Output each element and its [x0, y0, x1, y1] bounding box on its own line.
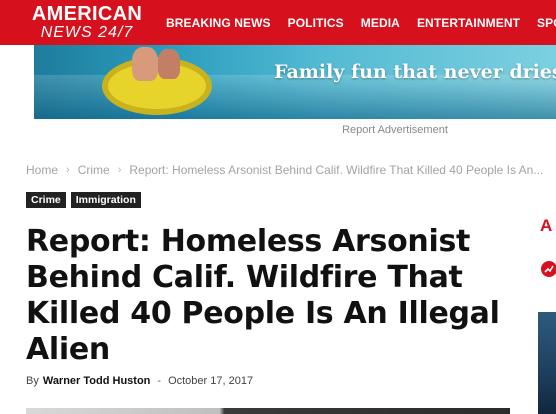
nav-media[interactable]: MEDIA [361, 16, 400, 30]
site-header: AMERICAN NEWS 24/7 BREAKING NEWS POLITIC… [0, 0, 556, 45]
site-logo[interactable]: AMERICAN NEWS 24/7 [28, 4, 146, 42]
article-featured-image [26, 408, 510, 414]
article-title: Report: Homeless Arsonist Behind Calif. … [26, 224, 500, 367]
main-nav: BREAKING NEWS POLITICS MEDIA ENTERTAINME… [166, 0, 556, 45]
ad-person-graphic [158, 49, 180, 79]
byline-separator: - [157, 375, 162, 387]
article-byline: By Warner Todd Huston - October 17, 2017 [26, 375, 253, 387]
nav-politics[interactable]: POLITICS [288, 16, 344, 30]
ad-label: Report Advertisement [342, 124, 448, 136]
breadcrumb-category[interactable]: Crime [78, 163, 110, 177]
breadcrumb: Home › Crime › Report: Homeless Arsonist… [26, 163, 543, 177]
tag-crime[interactable]: Crime [26, 192, 66, 208]
nav-entertainment[interactable]: ENTERTAINMENT [417, 16, 520, 30]
advertisement-banner[interactable]: Family fun that never dries [34, 45, 556, 119]
sidebar-heading: A [540, 216, 553, 235]
breadcrumb-current: Report: Homeless Arsonist Behind Calif. … [129, 163, 544, 177]
article-date: October 17, 2017 [168, 375, 254, 387]
nav-sports[interactable]: SPORTS [537, 16, 556, 30]
ad-person-graphic [132, 47, 158, 81]
chevron-right-icon: › [117, 164, 122, 176]
sidebar-image[interactable] [538, 312, 556, 414]
tag-immigration[interactable]: Immigration [70, 192, 141, 208]
nav-breaking-news[interactable]: BREAKING NEWS [166, 16, 271, 30]
logo-line-2: NEWS 24/7 [40, 24, 134, 41]
ad-headline: Family fun that never dries [274, 61, 556, 83]
author-link[interactable]: Warner Todd Huston [43, 375, 151, 387]
breadcrumb-home[interactable]: Home [26, 163, 58, 177]
byline-by-label: By [26, 375, 39, 387]
chevron-right-icon: › [66, 164, 70, 176]
logo-line-1: AMERICAN [31, 3, 143, 25]
trending-icon[interactable] [541, 261, 556, 277]
category-tags: Crime Immigration [26, 192, 141, 208]
